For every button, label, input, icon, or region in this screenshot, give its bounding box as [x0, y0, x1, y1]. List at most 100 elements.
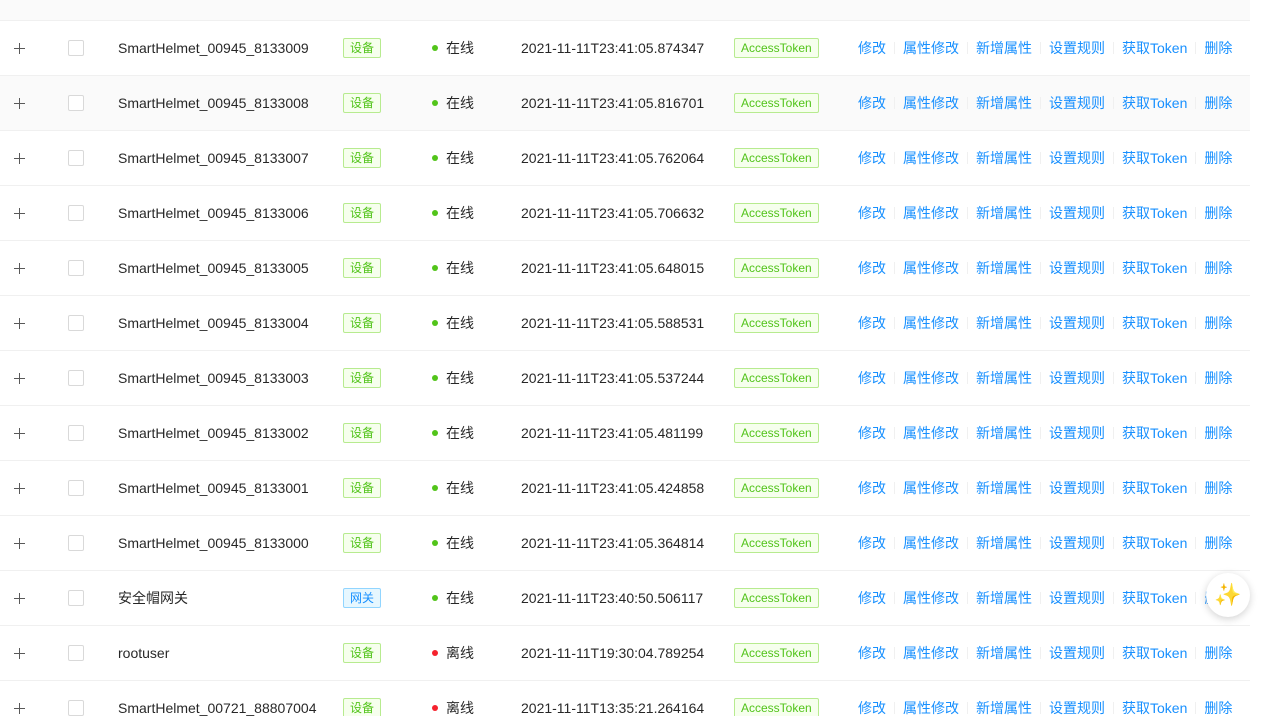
add-attribute-link[interactable]: 新增属性 [976, 478, 1032, 498]
set-rules-link[interactable]: 设置规则 [1049, 313, 1105, 333]
expand-row-icon[interactable] [14, 593, 25, 604]
row-checkbox[interactable] [68, 590, 84, 606]
edit-attributes-link[interactable]: 属性修改 [903, 38, 959, 58]
get-token-link[interactable]: 获取Token [1122, 38, 1187, 58]
edit-attributes-link[interactable]: 属性修改 [903, 258, 959, 278]
edit-link[interactable]: 修改 [858, 533, 886, 553]
row-checkbox[interactable] [68, 480, 84, 496]
row-checkbox[interactable] [68, 205, 84, 221]
expand-row-icon[interactable] [14, 428, 25, 439]
expand-row-icon[interactable] [14, 263, 25, 274]
expand-row-icon[interactable] [14, 538, 25, 549]
row-checkbox[interactable] [68, 260, 84, 276]
add-attribute-link[interactable]: 新增属性 [976, 313, 1032, 333]
expand-row-icon[interactable] [14, 208, 25, 219]
set-rules-link[interactable]: 设置规则 [1049, 533, 1105, 553]
edit-attributes-link[interactable]: 属性修改 [903, 368, 959, 388]
get-token-link[interactable]: 获取Token [1122, 368, 1187, 388]
delete-link[interactable]: 删除 [1204, 93, 1232, 113]
get-token-link[interactable]: 获取Token [1122, 423, 1187, 443]
edit-link[interactable]: 修改 [858, 588, 886, 608]
delete-link[interactable]: 删除 [1204, 478, 1232, 498]
expand-row-icon[interactable] [14, 483, 25, 494]
edit-link[interactable]: 修改 [858, 38, 886, 58]
edit-link[interactable]: 修改 [858, 93, 886, 113]
get-token-link[interactable]: 获取Token [1122, 93, 1187, 113]
edit-link[interactable]: 修改 [858, 698, 886, 716]
add-attribute-link[interactable]: 新增属性 [976, 368, 1032, 388]
delete-link[interactable]: 删除 [1204, 313, 1232, 333]
edit-attributes-link[interactable]: 属性修改 [903, 93, 959, 113]
set-rules-link[interactable]: 设置规则 [1049, 423, 1105, 443]
expand-row-icon[interactable] [14, 43, 25, 54]
edit-link[interactable]: 修改 [858, 643, 886, 663]
delete-link[interactable]: 删除 [1204, 643, 1232, 663]
add-attribute-link[interactable]: 新增属性 [976, 203, 1032, 223]
add-attribute-link[interactable]: 新增属性 [976, 698, 1032, 716]
delete-link[interactable]: 删除 [1204, 203, 1232, 223]
edit-link[interactable]: 修改 [858, 313, 886, 333]
get-token-link[interactable]: 获取Token [1122, 203, 1187, 223]
add-attribute-link[interactable]: 新增属性 [976, 533, 1032, 553]
delete-link[interactable]: 删除 [1204, 533, 1232, 553]
set-rules-link[interactable]: 设置规则 [1049, 368, 1105, 388]
edit-attributes-link[interactable]: 属性修改 [903, 313, 959, 333]
get-token-link[interactable]: 获取Token [1122, 698, 1187, 716]
magic-wand-button[interactable]: ✨ [1206, 573, 1250, 617]
edit-attributes-link[interactable]: 属性修改 [903, 588, 959, 608]
edit-link[interactable]: 修改 [858, 258, 886, 278]
get-token-link[interactable]: 获取Token [1122, 313, 1187, 333]
set-rules-link[interactable]: 设置规则 [1049, 698, 1105, 716]
edit-attributes-link[interactable]: 属性修改 [903, 698, 959, 716]
add-attribute-link[interactable]: 新增属性 [976, 643, 1032, 663]
delete-link[interactable]: 删除 [1204, 698, 1232, 716]
row-checkbox[interactable] [68, 150, 84, 166]
set-rules-link[interactable]: 设置规则 [1049, 588, 1105, 608]
edit-link[interactable]: 修改 [858, 203, 886, 223]
edit-attributes-link[interactable]: 属性修改 [903, 423, 959, 443]
add-attribute-link[interactable]: 新增属性 [976, 588, 1032, 608]
edit-link[interactable]: 修改 [858, 478, 886, 498]
delete-link[interactable]: 删除 [1204, 258, 1232, 278]
row-checkbox[interactable] [68, 40, 84, 56]
expand-row-icon[interactable] [14, 98, 25, 109]
get-token-link[interactable]: 获取Token [1122, 478, 1187, 498]
edit-link[interactable]: 修改 [858, 148, 886, 168]
add-attribute-link[interactable]: 新增属性 [976, 258, 1032, 278]
set-rules-link[interactable]: 设置规则 [1049, 258, 1105, 278]
set-rules-link[interactable]: 设置规则 [1049, 643, 1105, 663]
edit-link[interactable]: 修改 [858, 423, 886, 443]
edit-attributes-link[interactable]: 属性修改 [903, 478, 959, 498]
delete-link[interactable]: 删除 [1204, 423, 1232, 443]
add-attribute-link[interactable]: 新增属性 [976, 93, 1032, 113]
delete-link[interactable]: 删除 [1204, 38, 1232, 58]
row-checkbox[interactable] [68, 425, 84, 441]
row-checkbox[interactable] [68, 95, 84, 111]
get-token-link[interactable]: 获取Token [1122, 258, 1187, 278]
row-checkbox[interactable] [68, 535, 84, 551]
set-rules-link[interactable]: 设置规则 [1049, 478, 1105, 498]
edit-attributes-link[interactable]: 属性修改 [903, 148, 959, 168]
edit-link[interactable]: 修改 [858, 368, 886, 388]
expand-row-icon[interactable] [14, 648, 25, 659]
get-token-link[interactable]: 获取Token [1122, 643, 1187, 663]
get-token-link[interactable]: 获取Token [1122, 588, 1187, 608]
delete-link[interactable]: 删除 [1204, 368, 1232, 388]
row-checkbox[interactable] [68, 700, 84, 716]
set-rules-link[interactable]: 设置规则 [1049, 93, 1105, 113]
delete-link[interactable]: 删除 [1204, 148, 1232, 168]
add-attribute-link[interactable]: 新增属性 [976, 38, 1032, 58]
edit-attributes-link[interactable]: 属性修改 [903, 203, 959, 223]
set-rules-link[interactable]: 设置规则 [1049, 38, 1105, 58]
expand-row-icon[interactable] [14, 703, 25, 714]
row-checkbox[interactable] [68, 645, 84, 661]
expand-row-icon[interactable] [14, 153, 25, 164]
edit-attributes-link[interactable]: 属性修改 [903, 643, 959, 663]
get-token-link[interactable]: 获取Token [1122, 148, 1187, 168]
set-rules-link[interactable]: 设置规则 [1049, 148, 1105, 168]
expand-row-icon[interactable] [14, 373, 25, 384]
add-attribute-link[interactable]: 新增属性 [976, 148, 1032, 168]
get-token-link[interactable]: 获取Token [1122, 533, 1187, 553]
set-rules-link[interactable]: 设置规则 [1049, 203, 1105, 223]
row-checkbox[interactable] [68, 370, 84, 386]
